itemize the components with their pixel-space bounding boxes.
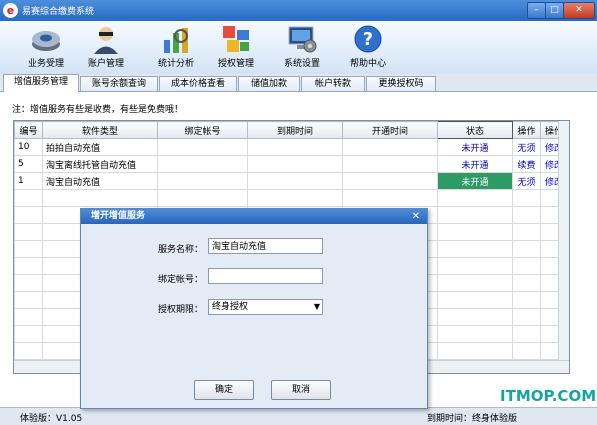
window-title: 易赛综合缴费系统 bbox=[22, 7, 95, 17]
app-logo-icon: e bbox=[3, 3, 18, 18]
cell-type: 淘宝自动充值 bbox=[42, 172, 158, 190]
header-op1[interactable]: 操作 bbox=[512, 121, 541, 139]
table-header: 编号 软件类型 绑定帐号 到期时间 开通时间 状态 操作 操作 bbox=[14, 121, 568, 139]
cell-status: 未开通 bbox=[437, 155, 513, 173]
toolbar-label: 系统设置 bbox=[283, 59, 320, 69]
close-button[interactable]: ✕ bbox=[563, 2, 595, 19]
dialog-title: 增开增值服务 bbox=[91, 211, 146, 221]
header-account[interactable]: 绑定帐号 bbox=[157, 121, 248, 139]
cell-id: 5 bbox=[14, 155, 43, 173]
note-text: 注：增值服务有些是收费，有些是免费哦！ bbox=[12, 105, 184, 115]
watermark-logo: ITMOP.COM bbox=[500, 387, 597, 405]
tab-bar: 增值服务管理 账号余额查询 成本价格查看 储值加款 帐户转款 更换授权码 bbox=[0, 74, 597, 92]
header-expire[interactable]: 到期时间 bbox=[247, 121, 343, 139]
cell-expire bbox=[247, 138, 343, 156]
toolbar-auth-button[interactable]: 授权管理 bbox=[206, 23, 266, 73]
header-type[interactable]: 软件类型 bbox=[42, 121, 158, 139]
monitor-gear-icon bbox=[287, 24, 317, 54]
svg-text:?: ? bbox=[363, 29, 373, 50]
vertical-scrollbar[interactable] bbox=[558, 121, 569, 361]
main-toolbar: 业务受理 账户管理 统计分析 授权管理 系统设置 ? 帮助中心 bbox=[0, 21, 597, 74]
cell-open bbox=[342, 172, 438, 190]
toolbar-label: 业务受理 bbox=[27, 59, 64, 69]
tab-value-added[interactable]: 增值服务管理 bbox=[3, 74, 79, 92]
cell-open bbox=[342, 138, 438, 156]
tab-transfer[interactable]: 帐户转款 bbox=[301, 76, 365, 91]
cell-type: 淘宝离线托管自动充值 bbox=[42, 155, 158, 173]
cell-id: 10 bbox=[14, 138, 43, 156]
cancel-button[interactable]: 取消 bbox=[271, 380, 331, 400]
cell-open bbox=[342, 155, 438, 173]
cell-type: 拍拍自动充值 bbox=[42, 138, 158, 156]
toolbar-account-button[interactable]: 账户管理 bbox=[76, 23, 136, 73]
auth-period-label: 授权期限： bbox=[157, 305, 203, 315]
header-status[interactable]: 状态 bbox=[437, 121, 513, 139]
cell-expire bbox=[247, 155, 343, 173]
blocks-icon bbox=[221, 24, 251, 54]
toolbar-label: 账户管理 bbox=[87, 59, 124, 69]
help-icon: ? bbox=[353, 24, 383, 54]
no-need-link[interactable]: 无须 bbox=[512, 138, 541, 156]
cell-account bbox=[157, 155, 248, 173]
service-name-field[interactable]: 淘宝自动充值 bbox=[208, 238, 323, 254]
table-row[interactable]: 1 淘宝自动充值 未开通 无须 修改 bbox=[14, 172, 568, 190]
minimize-button[interactable]: – bbox=[527, 2, 546, 19]
cell-account bbox=[157, 138, 248, 156]
toolbar-help-button[interactable]: ? 帮助中心 bbox=[338, 23, 398, 73]
cell-id: 1 bbox=[14, 172, 43, 190]
expire-text: 到期时间：终身体验版 bbox=[427, 414, 518, 424]
version-text: 体验版：V1.05 bbox=[20, 414, 83, 424]
cell-expire bbox=[247, 172, 343, 190]
cell-account bbox=[157, 172, 248, 190]
service-name-label: 服务名称： bbox=[157, 245, 203, 255]
tab-balance[interactable]: 账号余额查询 bbox=[80, 76, 158, 91]
toolbar-settings-button[interactable]: 系统设置 bbox=[272, 23, 332, 73]
chevron-down-icon: ▼ bbox=[313, 302, 320, 311]
toolbar-business-button[interactable]: 业务受理 bbox=[16, 23, 76, 73]
toolbar-label: 授权管理 bbox=[217, 59, 254, 69]
no-need-link[interactable]: 无须 bbox=[512, 172, 541, 190]
title-bar: e 易赛综合缴费系统 – □ ✕ bbox=[0, 0, 597, 21]
header-open[interactable]: 开通时间 bbox=[342, 121, 438, 139]
dialog-close-icon[interactable]: ✕ bbox=[412, 209, 420, 224]
maximize-button[interactable]: □ bbox=[545, 2, 564, 19]
disc-icon bbox=[31, 24, 61, 54]
cell-status-selected[interactable]: 未开通 bbox=[437, 172, 513, 190]
renew-link[interactable]: 续费 bbox=[512, 155, 541, 173]
header-id[interactable]: 编号 bbox=[14, 121, 43, 139]
tab-change-code[interactable]: 更换授权码 bbox=[366, 76, 436, 91]
toolbar-stats-button[interactable]: 统计分析 bbox=[146, 23, 206, 73]
status-bar: 体验版：V1.05 到期时间：终身体验版 bbox=[0, 407, 597, 425]
chart-icon bbox=[161, 24, 191, 54]
table-row[interactable]: 5 淘宝离线托管自动充值 未开通 续费 修改 bbox=[14, 155, 568, 173]
tab-deposit[interactable]: 储值加款 bbox=[238, 76, 300, 91]
bind-account-field[interactable] bbox=[208, 268, 323, 284]
cell-status: 未开通 bbox=[437, 138, 513, 156]
toolbar-label: 统计分析 bbox=[157, 59, 194, 69]
user-icon bbox=[91, 24, 121, 54]
dialog-title-bar: 增开增值服务 ✕ bbox=[81, 209, 427, 224]
ok-button[interactable]: 确定 bbox=[194, 380, 254, 400]
auth-period-select[interactable]: 终身授权 ▼ bbox=[208, 299, 323, 315]
bind-account-label: 绑定帐号： bbox=[157, 275, 203, 285]
tab-cost-price[interactable]: 成本价格查看 bbox=[159, 76, 237, 91]
toolbar-label: 帮助中心 bbox=[349, 59, 386, 69]
auth-period-value: 终身授权 bbox=[212, 302, 249, 312]
add-service-dialog: 增开增值服务 ✕ 服务名称： 淘宝自动充值 绑定帐号： 授权期限： 终身授权 ▼… bbox=[80, 208, 428, 409]
table-row[interactable]: 10 拍拍自动充值 未开通 无须 修改 bbox=[14, 138, 568, 156]
